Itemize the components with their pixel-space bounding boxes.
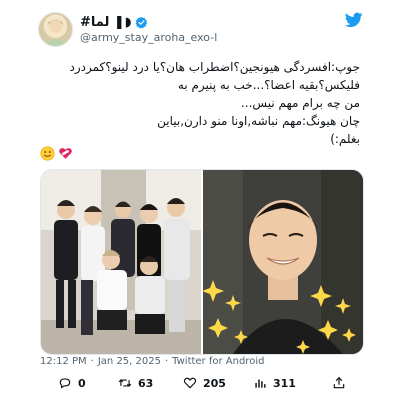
reply-count: 0 (78, 376, 86, 390)
meta-separator: · (164, 356, 169, 367)
group-photo[interactable] (41, 170, 201, 354)
display-name[interactable]: #لما ❚◗ (80, 15, 132, 30)
tweet-header: #لما ❚◗ @army_stay_aroha_exo-l (38, 8, 368, 48)
heart-icon (183, 377, 197, 389)
display-name-row: #لما ❚◗ (80, 14, 148, 30)
tweet-line: چان هیونگ:مهم نباشه,اونا منو دارن,بیاین (157, 114, 360, 128)
retweet-count: 63 (138, 376, 154, 390)
views-count: 311 (273, 376, 296, 390)
tweet-time[interactable]: 12:12 PM (40, 356, 87, 367)
tweet-line: من چه برام مهم نیس... (240, 96, 360, 110)
retweet-icon (118, 379, 132, 387)
media-grid (40, 169, 364, 355)
slightly-smiling-face-icon (40, 145, 55, 161)
handle[interactable]: @army_stay_aroha_exo-l (80, 31, 217, 44)
twitter-bird-icon[interactable] (345, 12, 363, 28)
views-icon (255, 379, 266, 388)
share-button[interactable] (332, 375, 346, 391)
avatar[interactable] (38, 12, 73, 47)
tweet-line: جوپ:افسردگی هیونجین؟اضطراب هان؟یا درد لی… (69, 60, 360, 74)
tweet-meta: 12:12 PM · Jan 25, 2025 · Twitter for An… (40, 356, 264, 367)
mending-heart-icon (59, 147, 72, 159)
like-count: 205 (203, 376, 226, 390)
tweet-text: جوپ:افسردگی هیونجین؟اضطراب هان؟یا درد لی… (20, 58, 360, 148)
retweet-button[interactable]: 63 (118, 375, 153, 391)
reply-icon (59, 378, 71, 389)
like-button[interactable]: 205 (183, 375, 226, 391)
selfie-photo[interactable] (203, 170, 363, 354)
tweet-source[interactable]: Twitter for Android (172, 356, 264, 367)
tweet-card: #لما ❚◗ @army_stay_aroha_exo-l جوپ:افسرد… (0, 0, 400, 400)
share-icon (333, 376, 345, 389)
verified-badge-icon (135, 16, 147, 28)
tweet-line: فلیکس؟بقیه اعضا؟...خب به پنیرم به (177, 78, 360, 92)
action-bar: 0 63 205 311 (40, 375, 362, 393)
tweet-date[interactable]: Jan 25, 2025 (98, 356, 161, 367)
reply-button[interactable]: 0 (58, 375, 86, 391)
views-button[interactable]: 311 (253, 375, 296, 391)
meta-separator: · (90, 356, 94, 367)
emoji-row (40, 145, 73, 161)
